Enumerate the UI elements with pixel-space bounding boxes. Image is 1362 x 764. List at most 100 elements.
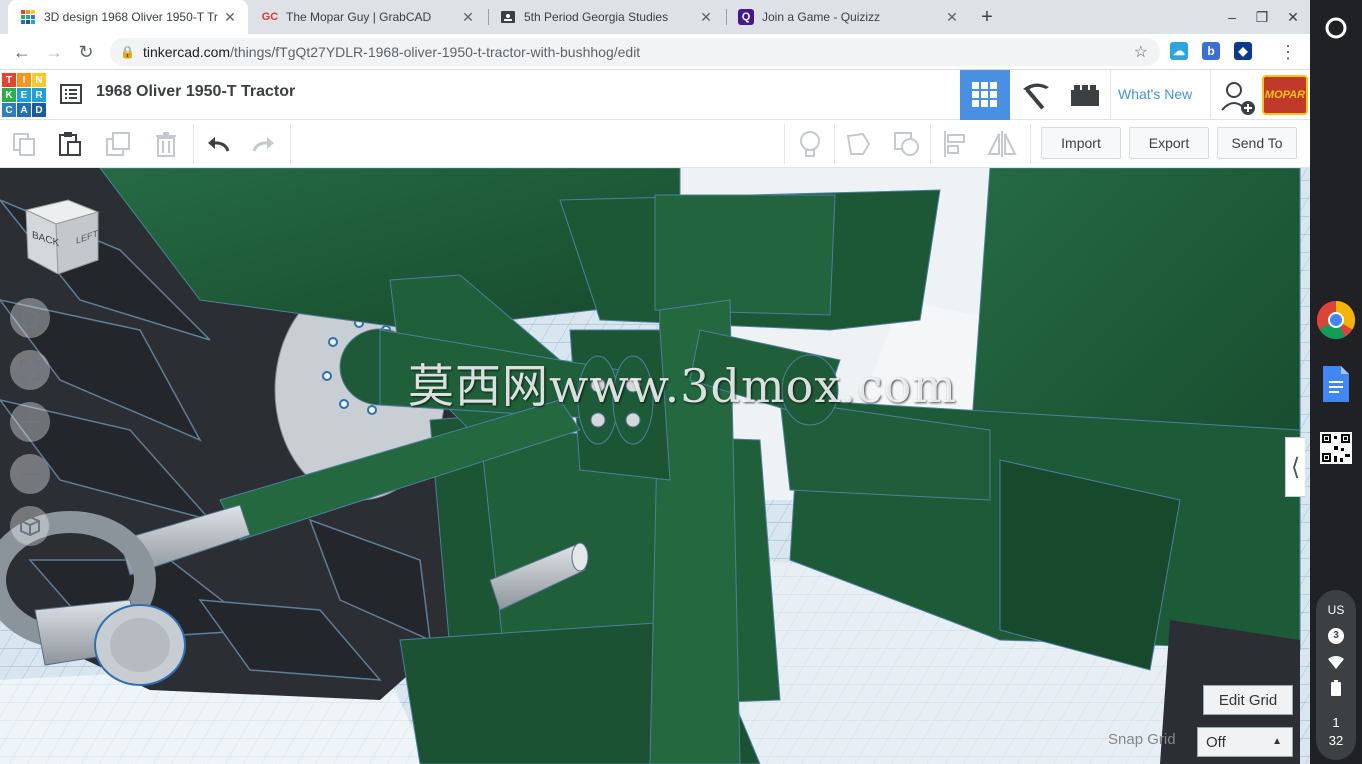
logo-letter: K <box>2 88 16 102</box>
tab-close-icon[interactable]: ✕ <box>458 9 478 26</box>
align-icon <box>944 131 965 157</box>
tinkercad-logo[interactable]: T I N K E R C A D <box>2 73 46 117</box>
caret-up-icon: ▲ <box>1272 736 1282 747</box>
import-button[interactable]: Import <box>1041 127 1121 159</box>
minecraft-view-button[interactable] <box>1010 70 1060 120</box>
close-window-button[interactable]: ✕ <box>1278 4 1308 30</box>
add-user-icon[interactable] <box>1220 80 1256 116</box>
paste-button[interactable] <box>54 128 86 160</box>
keyboard-layout-indicator[interactable]: US <box>1310 603 1362 617</box>
brick-icon <box>1071 85 1099 106</box>
perspective-toggle-button[interactable] <box>10 506 50 546</box>
tab-quizizz[interactable]: Q Join a Game - Quizizz ✕ <box>726 0 970 34</box>
copy-button[interactable] <box>8 128 40 160</box>
group-button[interactable] <box>843 128 875 160</box>
url-host: tinkercad.com <box>142 44 231 60</box>
redo-button[interactable] <box>248 128 280 160</box>
wifi-icon <box>1327 656 1345 675</box>
notification-count-badge[interactable]: 3 <box>1328 628 1344 644</box>
shapes-panel-toggle[interactable]: ⟨ <box>1285 437 1305 497</box>
logo-letter: R <box>32 88 46 102</box>
extension-b-icon[interactable]: b <box>1202 42 1220 60</box>
reload-icon[interactable]: ↻ <box>72 38 100 66</box>
avatar[interactable]: MOPAR <box>1262 75 1308 115</box>
address-bar-row: ← → ↻ 🔒 tinkercad.com /things/fTgQt27YDL… <box>0 34 1310 70</box>
send-to-button[interactable]: Send To <box>1217 127 1297 159</box>
edit-grid-button[interactable]: Edit Grid <box>1203 685 1293 715</box>
toolbar-divider <box>834 124 835 164</box>
lightbulb-icon <box>800 131 820 157</box>
whats-new-link[interactable]: What's New <box>1118 86 1192 102</box>
mirror-button[interactable] <box>986 128 1018 160</box>
qr-code-app[interactable] <box>1316 428 1356 468</box>
ungroup-icon <box>894 132 919 156</box>
tinkercad-grid-icon <box>20 9 36 25</box>
logo-letter: C <box>2 103 16 117</box>
align-button[interactable] <box>939 128 971 160</box>
editor-toolbar: Import Export Send To <box>0 120 1310 168</box>
chrome-menu-icon[interactable]: ⋮ <box>1274 38 1302 66</box>
clock-minute[interactable]: 32 <box>1310 733 1362 748</box>
tab-close-icon[interactable]: ✕ <box>942 9 962 26</box>
nav-divider <box>1110 70 1111 120</box>
logo-letter: I <box>17 73 31 87</box>
design-list-icon[interactable] <box>60 84 82 104</box>
undo-icon <box>208 137 230 152</box>
3d-design-view-button[interactable] <box>960 70 1010 120</box>
watermark-text: 莫西网www.3dmox.com <box>408 359 957 413</box>
duplicate-icon <box>106 132 130 156</box>
fit-view-button[interactable] <box>10 350 50 390</box>
extension-cloud-icon[interactable]: ☁ <box>1170 42 1188 60</box>
home-view-button[interactable] <box>10 298 50 338</box>
snap-grid-select[interactable]: Off ▲ <box>1197 727 1293 757</box>
clock-hour[interactable]: 1 <box>1310 715 1362 730</box>
chrome-app[interactable] <box>1316 300 1356 340</box>
docs-icon <box>1323 366 1349 402</box>
tab-grabcad[interactable]: GC The Mopar Guy | GrabCAD ✕ <box>250 0 486 34</box>
tab-classroom[interactable]: 5th Period Georgia Studies ✕ <box>488 0 724 34</box>
toolbar-divider <box>784 124 785 164</box>
logo-letter: A <box>17 103 31 117</box>
3d-workplane-viewport[interactable]: BACK LEFT 莫西网www.3dmox.com <box>0 168 1310 764</box>
duplicate-button[interactable] <box>102 128 134 160</box>
url-path: /things/fTgQt27YDLR-1968-oliver-1950-t-t… <box>230 44 641 60</box>
tab-title: The Mopar Guy | GrabCAD <box>286 10 432 24</box>
google-docs-app[interactable] <box>1316 364 1356 404</box>
toolbar-divider <box>930 124 931 164</box>
launcher-circle-icon <box>1325 17 1347 39</box>
nav-divider <box>1210 70 1211 120</box>
redo-icon <box>252 137 274 152</box>
bookmark-star-icon[interactable]: ☆ <box>1134 42 1148 62</box>
quizizz-icon: Q <box>738 9 754 25</box>
tab-strip: 3D design 1968 Oliver 1950-T Tr ✕ GC The… <box>0 0 1310 34</box>
restore-button[interactable]: ❐ <box>1247 4 1277 30</box>
tab-title: 3D design 1968 Oliver 1950-T Tr <box>44 10 218 24</box>
logo-letter: N <box>32 73 46 87</box>
fit-all-icon <box>20 360 40 380</box>
url-field[interactable]: 🔒 tinkercad.com /things/fTgQt27YDLR-1968… <box>110 38 1160 66</box>
zoom-in-button[interactable] <box>10 402 50 442</box>
forward-arrow-icon[interactable]: → <box>40 38 68 66</box>
os-shelf: US 3 1 32 <box>1310 0 1362 764</box>
lego-bricks-view-button[interactable] <box>1060 70 1110 120</box>
new-tab-button[interactable]: + <box>972 4 1002 30</box>
view-cube[interactable]: BACK LEFT <box>22 198 102 275</box>
snap-grid-label: Snap Grid <box>1108 731 1176 748</box>
tab-close-icon[interactable]: ✕ <box>696 9 716 26</box>
notes-button[interactable] <box>794 128 826 160</box>
back-arrow-icon[interactable]: ← <box>8 38 36 66</box>
tractor-model-render[interactable] <box>0 168 1310 764</box>
tab-title: 5th Period Georgia Studies <box>524 10 669 24</box>
design-title[interactable]: 1968 Oliver 1950-T Tractor <box>96 83 295 101</box>
extension-diamond-icon[interactable]: ◆ <box>1234 42 1252 60</box>
tab-close-icon[interactable]: ✕ <box>220 9 240 26</box>
export-button[interactable]: Export <box>1129 127 1209 159</box>
ungroup-button[interactable] <box>891 128 923 160</box>
undo-button[interactable] <box>202 128 234 160</box>
tab-tinkercad[interactable]: 3D design 1968 Oliver 1950-T Tr ✕ <box>8 0 248 34</box>
delete-button[interactable] <box>150 128 182 160</box>
minimize-button[interactable]: – <box>1217 4 1247 30</box>
qr-code-icon <box>1320 432 1352 464</box>
launcher-button[interactable] <box>1316 8 1356 48</box>
zoom-out-button[interactable] <box>10 454 50 494</box>
